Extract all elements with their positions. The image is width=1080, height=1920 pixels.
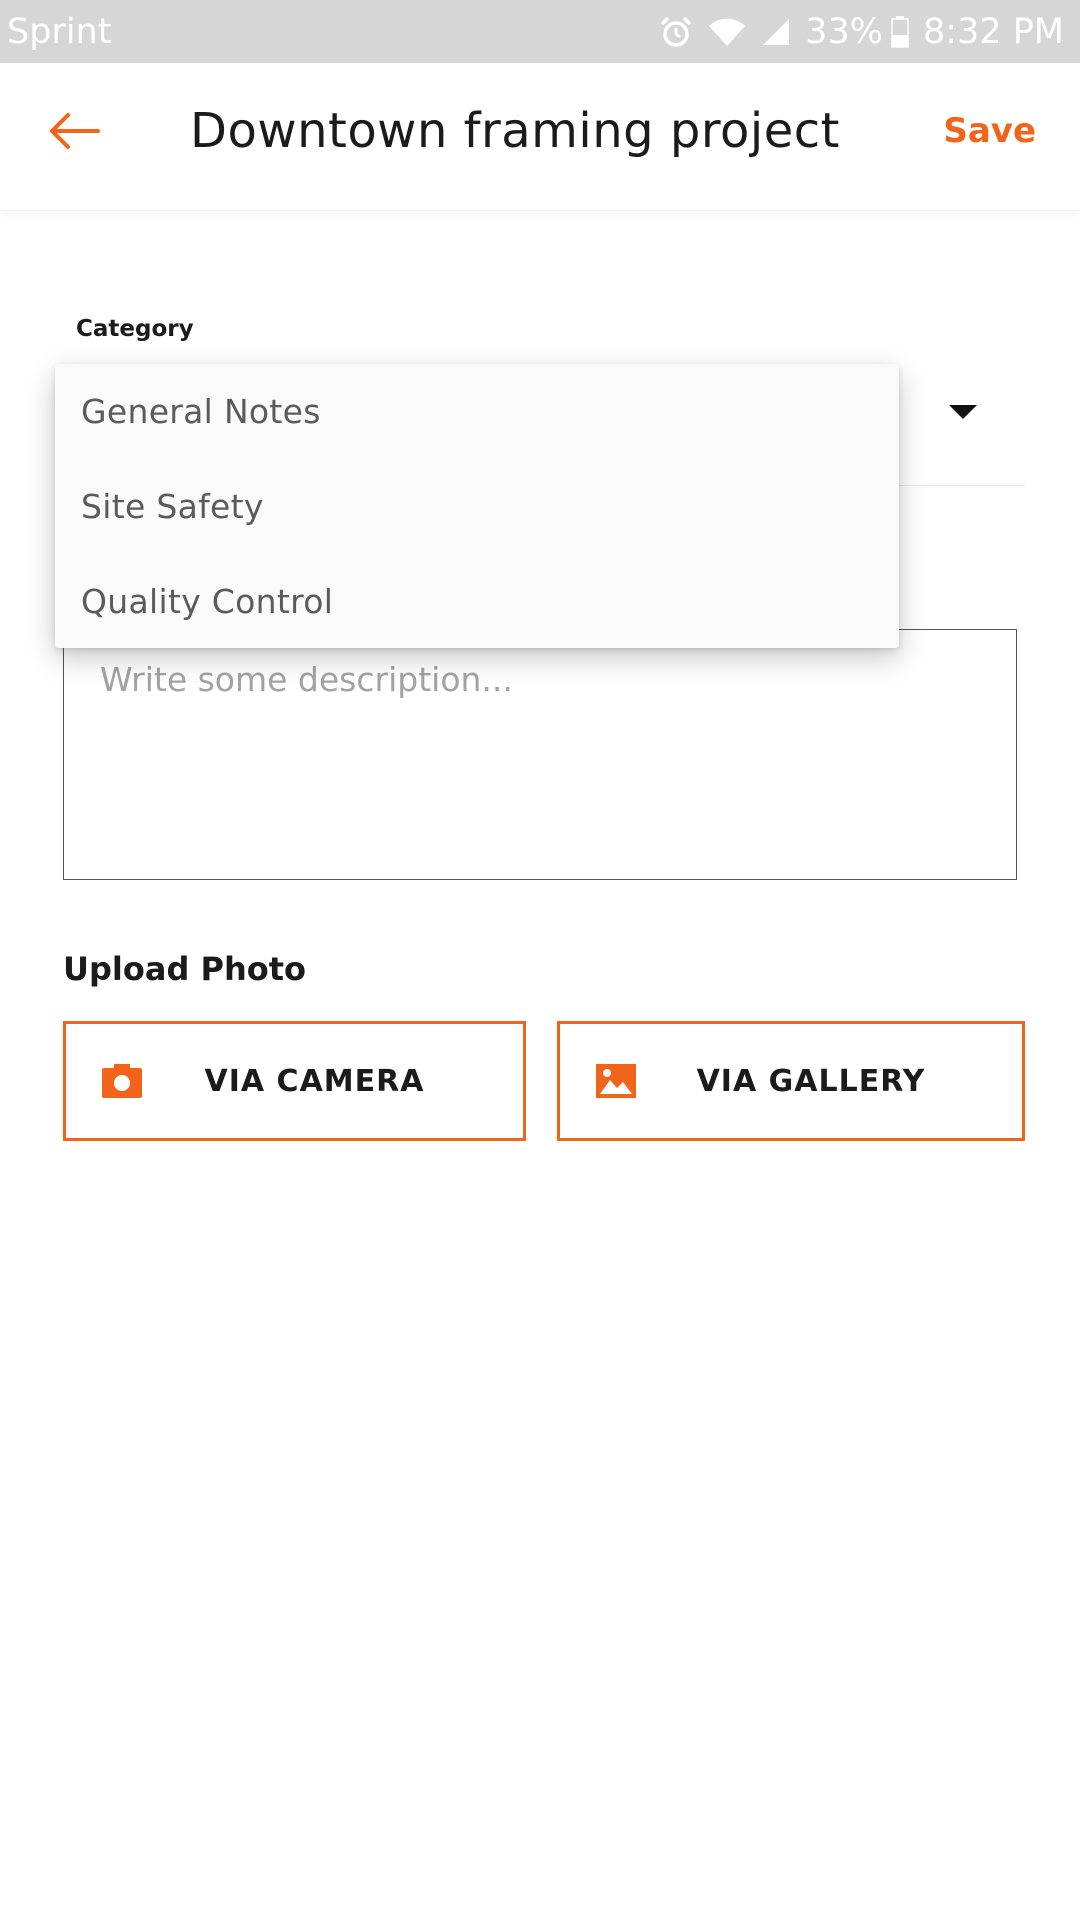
alarm-icon xyxy=(659,15,693,49)
save-button[interactable]: Save xyxy=(943,111,1036,151)
dropdown-option-site-safety[interactable]: Site Safety xyxy=(55,459,899,554)
dropdown-option-general-notes[interactable]: General Notes xyxy=(55,364,899,459)
arrow-left-icon xyxy=(50,113,100,149)
status-icons: 33% 8:32 PM xyxy=(645,10,1064,54)
clock-time: 8:32 PM xyxy=(922,12,1064,52)
page-title: Downtown framing project xyxy=(189,103,840,159)
via-camera-button[interactable]: VIA CAMERA xyxy=(63,1021,526,1141)
back-button[interactable] xyxy=(36,103,112,159)
via-gallery-label: VIA GALLERY xyxy=(696,1064,926,1099)
via-gallery-button[interactable]: VIA GALLERY xyxy=(557,1021,1025,1141)
carrier-name: Sprint xyxy=(7,12,112,52)
description-placeholder: Write some description... xyxy=(100,660,513,699)
via-camera-label: VIA CAMERA xyxy=(204,1064,425,1099)
signal-icon xyxy=(761,17,791,47)
category-label: Category xyxy=(76,316,194,342)
status-bar: Sprint 33% 8:32 PM xyxy=(0,0,1080,63)
wifi-icon xyxy=(707,16,747,48)
battery-icon xyxy=(891,16,909,48)
app-bar: Downtown framing project Save xyxy=(0,63,1080,211)
description-input[interactable]: Write some description... xyxy=(63,629,1017,880)
dropdown-option-quality-control[interactable]: Quality Control xyxy=(55,554,899,649)
upload-photo-label: Upload Photo xyxy=(63,950,306,988)
category-dropdown-menu: General Notes Site Safety Quality Contro… xyxy=(55,364,899,648)
battery-percent: 33% xyxy=(805,12,883,52)
caret-down-icon xyxy=(949,405,977,419)
